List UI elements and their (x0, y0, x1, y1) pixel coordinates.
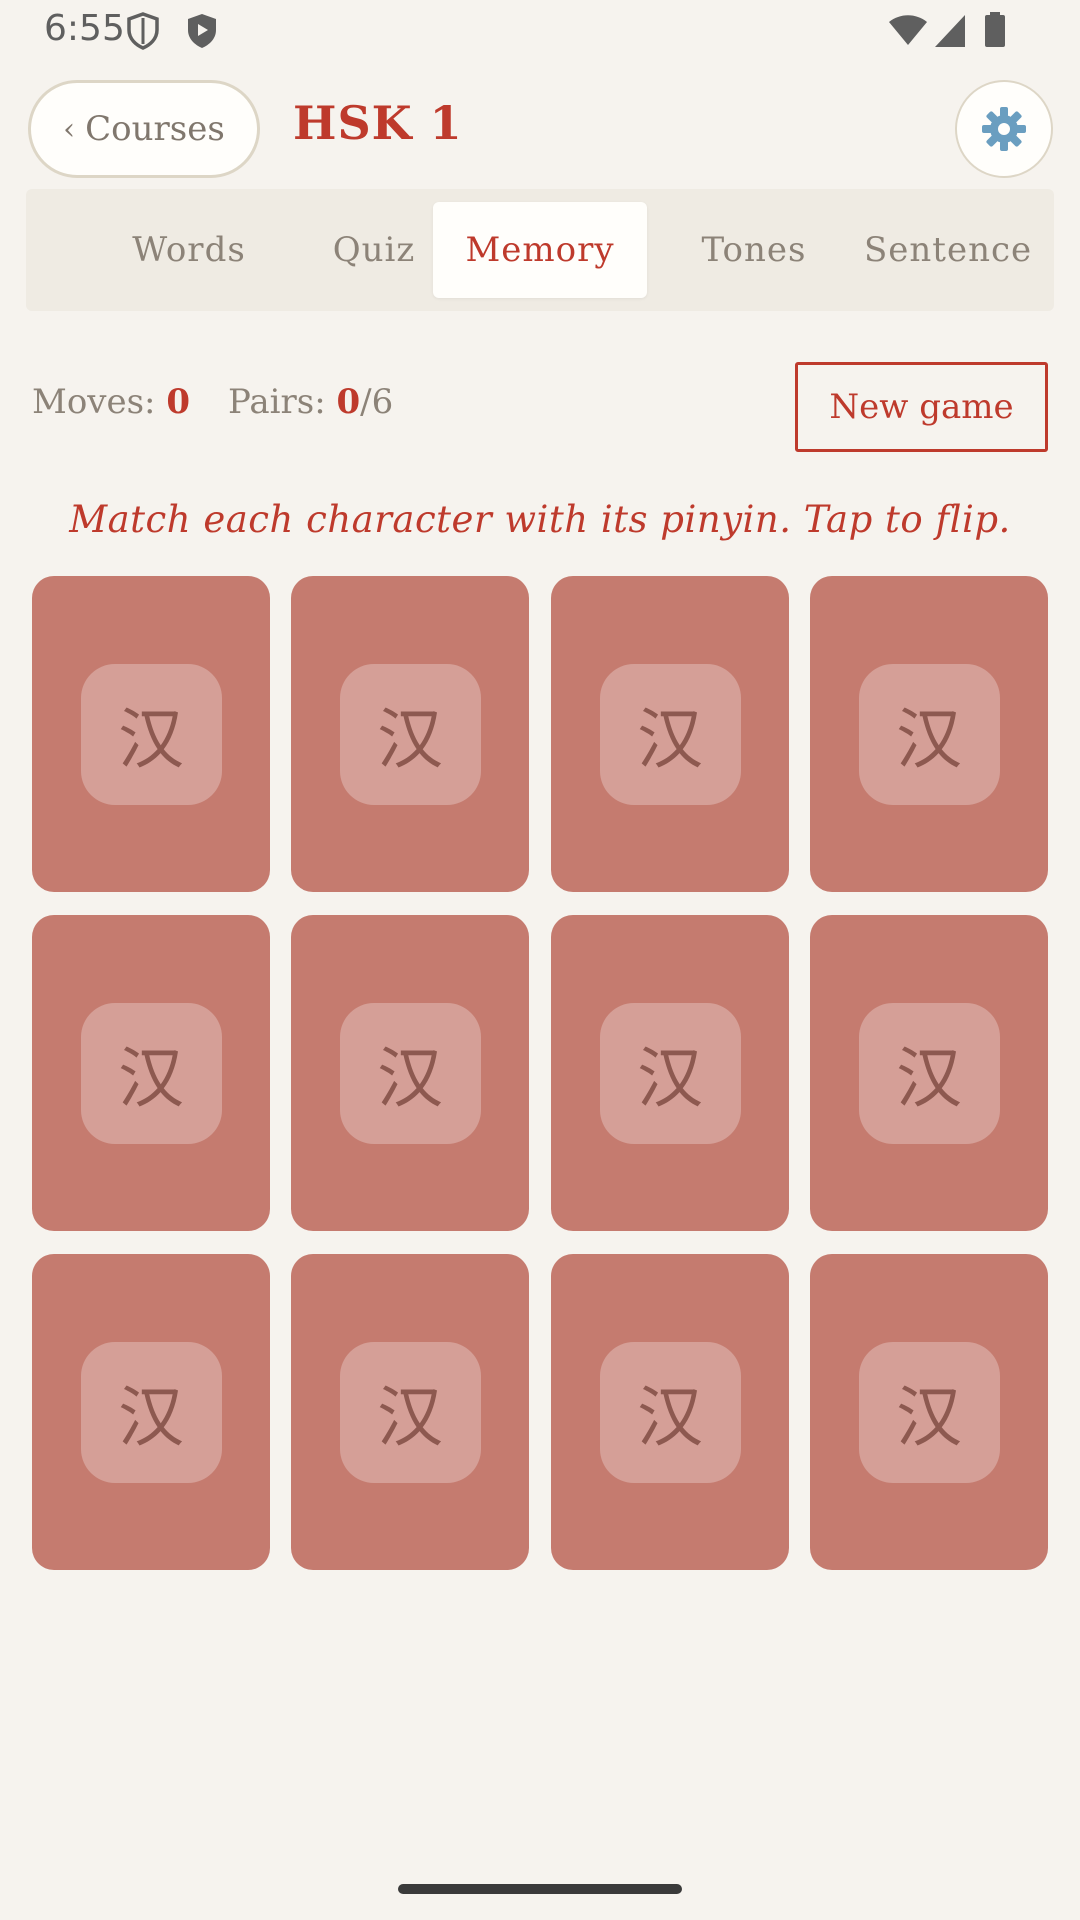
tab-sentence[interactable]: Sentence (864, 202, 1054, 298)
status-time: 6:55 (44, 8, 125, 49)
memory-card[interactable]: 汉 (32, 576, 270, 892)
memory-card[interactable]: 汉 (291, 915, 529, 1231)
tab-words[interactable]: Words (86, 202, 292, 298)
game-stats: Moves: 0 Pairs: 0/6 (32, 382, 393, 422)
card-face-glyph: 汉 (80, 1341, 222, 1483)
card-face-glyph: 汉 (80, 663, 222, 805)
card-face-glyph: 汉 (599, 1002, 741, 1144)
chevron-left-icon: ‹ (63, 111, 76, 147)
wifi-icon (888, 14, 928, 50)
memory-card[interactable]: 汉 (551, 576, 789, 892)
pairs-total: /6 (360, 382, 394, 422)
card-face-glyph: 汉 (599, 663, 741, 805)
memory-card[interactable]: 汉 (32, 1254, 270, 1570)
memory-card[interactable]: 汉 (810, 915, 1048, 1231)
home-indicator[interactable] (398, 1884, 682, 1894)
back-to-courses-button[interactable]: ‹ Courses (28, 80, 260, 178)
back-button-label: Courses (85, 109, 225, 149)
moves-label: Moves: (32, 382, 156, 422)
status-bar: 6:55 (0, 0, 1080, 62)
card-face-glyph: 汉 (858, 663, 1000, 805)
pairs-label: Pairs: (228, 382, 326, 422)
mode-tabs: Words Quiz Memory Tones Sentence (26, 189, 1054, 311)
moves-count: 0 (166, 382, 190, 422)
tab-memory[interactable]: Memory (433, 202, 647, 298)
card-face-glyph: 汉 (339, 1002, 481, 1144)
shield-outline-icon (126, 12, 160, 54)
card-face-glyph: 汉 (599, 1341, 741, 1483)
card-face-glyph: 汉 (339, 1341, 481, 1483)
new-game-button[interactable]: New game (795, 362, 1048, 452)
memory-card[interactable]: 汉 (810, 1254, 1048, 1570)
instruction-text: Match each character with its pinyin. Ta… (69, 498, 1011, 541)
tab-quiz[interactable]: Quiz (292, 202, 456, 298)
memory-card[interactable]: 汉 (291, 1254, 529, 1570)
page-title: HSK 1 (293, 96, 463, 150)
settings-button[interactable] (955, 80, 1053, 178)
signal-icon (934, 14, 966, 52)
battery-icon (984, 12, 1006, 52)
memory-card[interactable]: 汉 (810, 576, 1048, 892)
shield-play-icon (186, 12, 218, 54)
memory-card[interactable]: 汉 (32, 915, 270, 1231)
memory-card[interactable]: 汉 (551, 915, 789, 1231)
card-face-glyph: 汉 (339, 663, 481, 805)
pairs-count: 0 (336, 382, 361, 422)
tab-tones[interactable]: Tones (666, 202, 842, 298)
card-face-glyph: 汉 (80, 1002, 222, 1144)
memory-card[interactable]: 汉 (291, 576, 529, 892)
gear-icon (982, 107, 1026, 151)
card-face-glyph: 汉 (858, 1341, 1000, 1483)
memory-card[interactable]: 汉 (551, 1254, 789, 1570)
card-face-glyph: 汉 (858, 1002, 1000, 1144)
